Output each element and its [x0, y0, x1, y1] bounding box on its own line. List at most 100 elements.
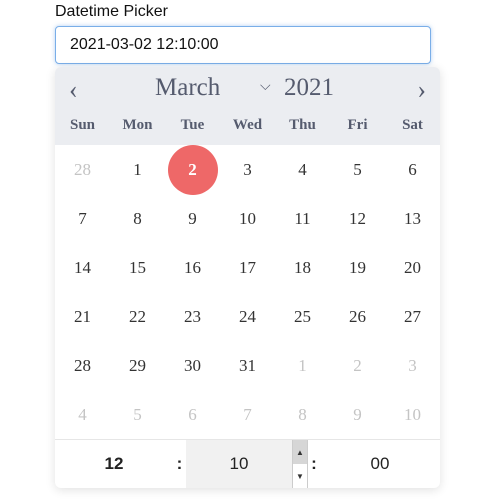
day-number: 6: [188, 404, 197, 424]
day-cell[interactable]: 29: [110, 341, 165, 390]
day-cell[interactable]: 8: [275, 390, 330, 439]
weekday-label: Sat: [402, 117, 423, 133]
weekday-label: Wed: [232, 117, 263, 133]
weekday-label: Fri: [347, 117, 368, 133]
day-cell[interactable]: 24: [220, 292, 275, 341]
day-cell[interactable]: 3: [220, 145, 275, 194]
day-number: 12: [349, 208, 366, 228]
day-cell[interactable]: 15: [110, 243, 165, 292]
day-number: 26: [349, 306, 366, 326]
day-cell[interactable]: 6: [385, 145, 440, 194]
day-number: 7: [243, 404, 252, 424]
day-number: 9: [188, 208, 197, 228]
next-month-icon[interactable]: ›: [417, 75, 426, 105]
datetime-input[interactable]: [55, 26, 431, 64]
day-number: 28: [74, 159, 91, 179]
day-number: 23: [184, 306, 201, 326]
day-cell[interactable]: 30: [165, 341, 220, 390]
day-number: 21: [74, 306, 91, 326]
day-cell[interactable]: 9: [330, 390, 385, 439]
prev-month-icon[interactable]: ‹: [69, 75, 78, 105]
day-cell[interactable]: 10: [385, 390, 440, 439]
day-number: 31: [239, 355, 256, 375]
day-cell[interactable]: 27: [385, 292, 440, 341]
time-separator: :: [311, 454, 317, 473]
day-cell[interactable]: 4: [55, 390, 110, 439]
weekday-label: Thu: [289, 117, 316, 133]
day-cell[interactable]: 1: [275, 341, 330, 390]
day-number: 3: [243, 159, 252, 179]
day-number: 14: [74, 257, 91, 277]
day-cell[interactable]: 5: [330, 145, 385, 194]
day-cell[interactable]: 9: [165, 194, 220, 243]
day-number: 19: [349, 257, 366, 277]
calendar-popup: ‹ March ⌵ 2021 › Sun Mon Tue Wed Thu Fri…: [55, 67, 440, 488]
arrow-up-icon[interactable]: ▲: [293, 440, 307, 464]
day-number: 1: [133, 159, 142, 179]
day-cell[interactable]: 23: [165, 292, 220, 341]
day-number: 16: [184, 257, 201, 277]
day-number: 8: [298, 404, 307, 424]
day-cell[interactable]: 7: [220, 390, 275, 439]
day-cell[interactable]: 22: [110, 292, 165, 341]
day-number: 28: [74, 355, 91, 375]
weekday-label: Sun: [69, 117, 96, 133]
day-cell[interactable]: 17: [220, 243, 275, 292]
day-cell[interactable]: 8: [110, 194, 165, 243]
day-number: 25: [294, 306, 311, 326]
day-number: 11: [294, 208, 311, 228]
minute-input[interactable]: 10: [186, 440, 292, 488]
day-number: 8: [133, 208, 142, 228]
day-cell[interactable]: 7: [55, 194, 110, 243]
day-cell[interactable]: 21: [55, 292, 110, 341]
day-cell[interactable]: 14: [55, 243, 110, 292]
day-number: 3: [408, 355, 417, 375]
day-number: 24: [239, 306, 256, 326]
day-number: 6: [408, 159, 417, 179]
time-separator: :: [176, 454, 183, 473]
minute-spinner[interactable]: ▲ ▼: [292, 440, 308, 488]
day-grid: 28 1 2 3 4 5 6 7 8 9 10 11 12 13 14 15 16 17 18 19 20 21 22 23 2…: [55, 144, 440, 439]
month-select[interactable]: March: [155, 74, 220, 102]
day-cell[interactable]: 3: [385, 341, 440, 390]
second-input[interactable]: 00: [320, 440, 440, 488]
day-cell[interactable]: 6: [165, 390, 220, 439]
day-cell[interactable]: 28: [55, 341, 110, 390]
day-number: 22: [129, 306, 146, 326]
day-number: 2: [353, 355, 362, 375]
day-number: 10: [404, 404, 421, 424]
day-cell[interactable]: 11: [275, 194, 330, 243]
hour-input[interactable]: 12: [55, 440, 173, 488]
day-cell[interactable]: 31: [220, 341, 275, 390]
chevron-down-icon[interactable]: ⌵: [260, 79, 271, 95]
day-number: 15: [129, 257, 146, 277]
day-number: 2: [167, 144, 218, 195]
year-input[interactable]: 2021: [284, 74, 334, 102]
weekday-label: Mon: [122, 117, 153, 133]
day-cell[interactable]: 28: [55, 145, 110, 194]
day-cell[interactable]: 2: [330, 341, 385, 390]
day-number: 30: [184, 355, 201, 375]
arrow-down-icon[interactable]: ▼: [293, 464, 307, 488]
day-cell[interactable]: 10: [220, 194, 275, 243]
day-number: 13: [404, 208, 421, 228]
day-cell[interactable]: 12: [330, 194, 385, 243]
day-cell[interactable]: 5: [110, 390, 165, 439]
day-cell[interactable]: 1: [110, 145, 165, 194]
day-cell[interactable]: 18: [275, 243, 330, 292]
field-label: Datetime Picker: [55, 3, 168, 20]
day-cell[interactable]: 25: [275, 292, 330, 341]
time-picker: 12 : 10 ▲ ▼ : 00: [55, 439, 440, 488]
day-cell[interactable]: 19: [330, 243, 385, 292]
day-number: 7: [78, 208, 87, 228]
day-cell[interactable]: 16: [165, 243, 220, 292]
calendar-header: ‹ March ⌵ 2021 ›: [55, 67, 440, 112]
day-cell[interactable]: 20: [385, 243, 440, 292]
day-number: 29: [129, 355, 146, 375]
day-cell-selected[interactable]: 2: [165, 144, 220, 195]
day-cell[interactable]: 4: [275, 145, 330, 194]
day-number: 20: [404, 257, 421, 277]
day-number: 27: [404, 306, 421, 326]
day-cell[interactable]: 13: [385, 194, 440, 243]
day-cell[interactable]: 26: [330, 292, 385, 341]
